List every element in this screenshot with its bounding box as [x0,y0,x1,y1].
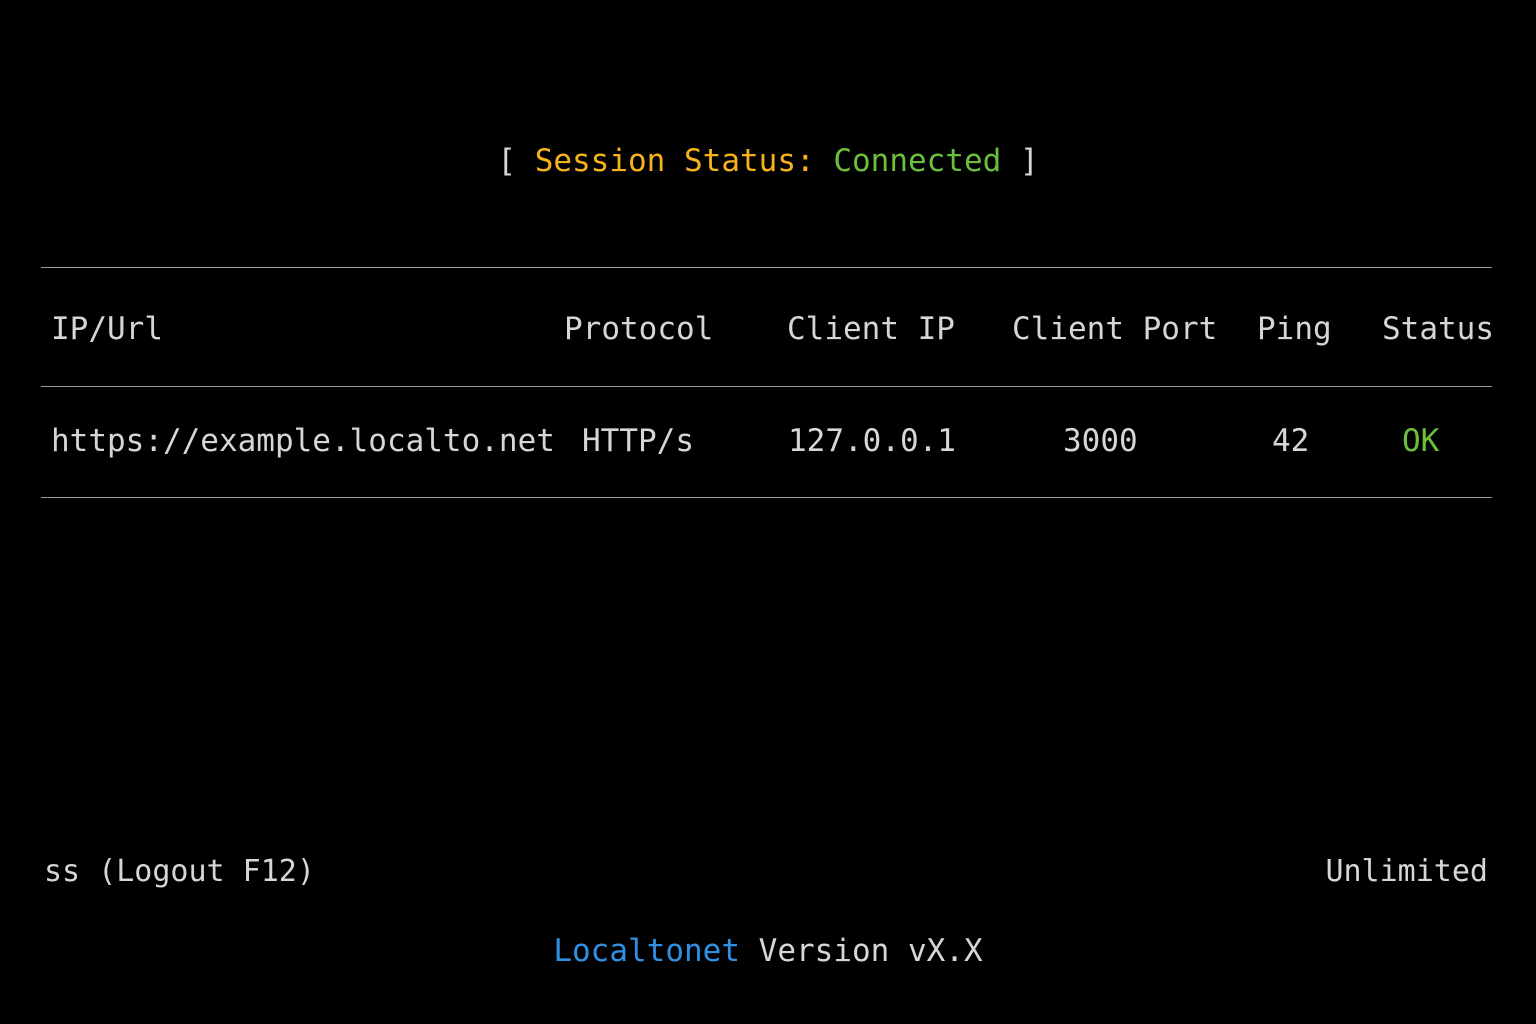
close-bracket: ] [1019,143,1039,179]
header-client-port: Client Port [1012,311,1218,347]
header-ping: Ping [1257,311,1332,347]
table-header-divider [41,386,1492,387]
footer-plan: Unlimited [1325,854,1488,889]
header-ip-url: IP/Url [51,311,163,347]
table-top-divider [41,267,1492,268]
brand-name: Localtonet [553,933,740,969]
cell-ping: 42 [1272,423,1310,459]
session-status-label: Session Status: [534,143,815,179]
cell-ip-url[interactable]: https://example.localto.net [51,426,555,457]
session-status-value: Connected [833,143,1002,179]
cell-client-port: 3000 [1063,423,1138,459]
version-text: Version vX.X [758,933,983,969]
open-bracket: [ [497,143,517,179]
footer-logout-hint: ss (Logout F12) [44,854,315,889]
cell-protocol: HTTP/s [582,423,694,459]
cell-client-ip: 127.0.0.1 [788,423,956,459]
cell-status: OK [1402,423,1440,459]
version-line: Localtonet Version vX.X [0,936,1536,967]
header-client-ip: Client IP [787,311,955,347]
table-bottom-divider [41,497,1492,498]
session-status: [ Session Status: Connected ] [0,146,1536,177]
header-protocol: Protocol [564,311,714,347]
header-status: Status [1382,311,1494,347]
